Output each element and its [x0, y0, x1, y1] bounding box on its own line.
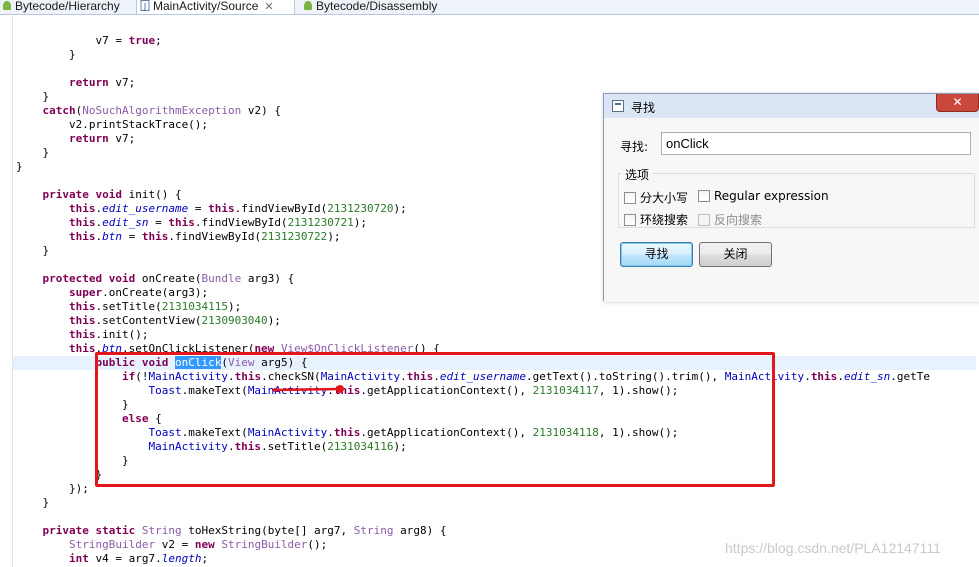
dialog-titlebar[interactable]: 寻找 ✕: [604, 94, 979, 118]
reverse-search-checkbox: 反向搜索: [698, 211, 762, 228]
svg-text:J: J: [143, 2, 146, 11]
close-icon[interactable]: ✕: [264, 1, 273, 13]
dialog-body: 寻找: onClick 选项 分大小写 Regular expression 环…: [604, 118, 979, 302]
find-dialog: 寻找 ✕ 寻找: onClick 选项 分大小写 Regular express…: [603, 93, 979, 302]
code-line: v7 = true;: [16, 34, 162, 47]
tab-mainactivity-source[interactable]: J MainActivity/Source ✕: [136, 0, 295, 14]
code-line: }: [42, 496, 50, 509]
java-file-icon: J: [140, 0, 150, 11]
options-label: 选项: [622, 166, 653, 183]
close-button[interactable]: 关闭: [699, 242, 772, 267]
find-button[interactable]: 寻找: [620, 242, 693, 267]
checkbox-icon: [698, 214, 710, 226]
code-line: this.setTitle(2131034115);: [68, 300, 242, 313]
tab-bytecode-disassembly[interactable]: Bytecode/Disassembly: [300, 0, 460, 14]
tab-label: Bytecode/Disassembly: [316, 0, 438, 13]
tab-label: Bytecode/Hierarchy: [15, 0, 120, 13]
code-line: this.init();: [68, 328, 149, 341]
case-sensitive-checkbox[interactable]: 分大小写: [624, 189, 688, 206]
checkbox-icon: [624, 214, 636, 226]
code-line: this.setContentView(2130903040);: [68, 314, 281, 327]
android-icon: [303, 0, 313, 11]
find-label: 寻找:: [620, 140, 649, 154]
editor-gutter: [0, 16, 13, 567]
wrap-search-checkbox[interactable]: 环绕搜索: [624, 211, 688, 228]
watermark: https://blog.csdn.net/PLA12147111: [725, 540, 941, 556]
checkbox-icon: [698, 190, 710, 202]
code-line: }: [16, 48, 76, 61]
dialog-close-button[interactable]: ✕: [936, 94, 979, 112]
dialog-title: 寻找: [631, 101, 656, 115]
code-line: return v7;: [68, 76, 136, 89]
tab-label: MainActivity/Source: [153, 0, 259, 13]
annotation-highlight-box: [95, 352, 775, 487]
regex-checkbox[interactable]: Regular expression: [698, 189, 829, 203]
code-line: private static String toHexString(byte[]…: [42, 524, 447, 537]
window-icon: [612, 100, 624, 112]
android-icon: [2, 0, 12, 11]
checkbox-icon: [624, 192, 636, 204]
tab-bytecode-hierarchy[interactable]: Bytecode/Hierarchy: [0, 0, 133, 14]
find-input[interactable]: onClick: [661, 132, 971, 155]
editor-tab-bar: Bytecode/Hierarchy J MainActivity/Source ✕…: [0, 0, 979, 15]
